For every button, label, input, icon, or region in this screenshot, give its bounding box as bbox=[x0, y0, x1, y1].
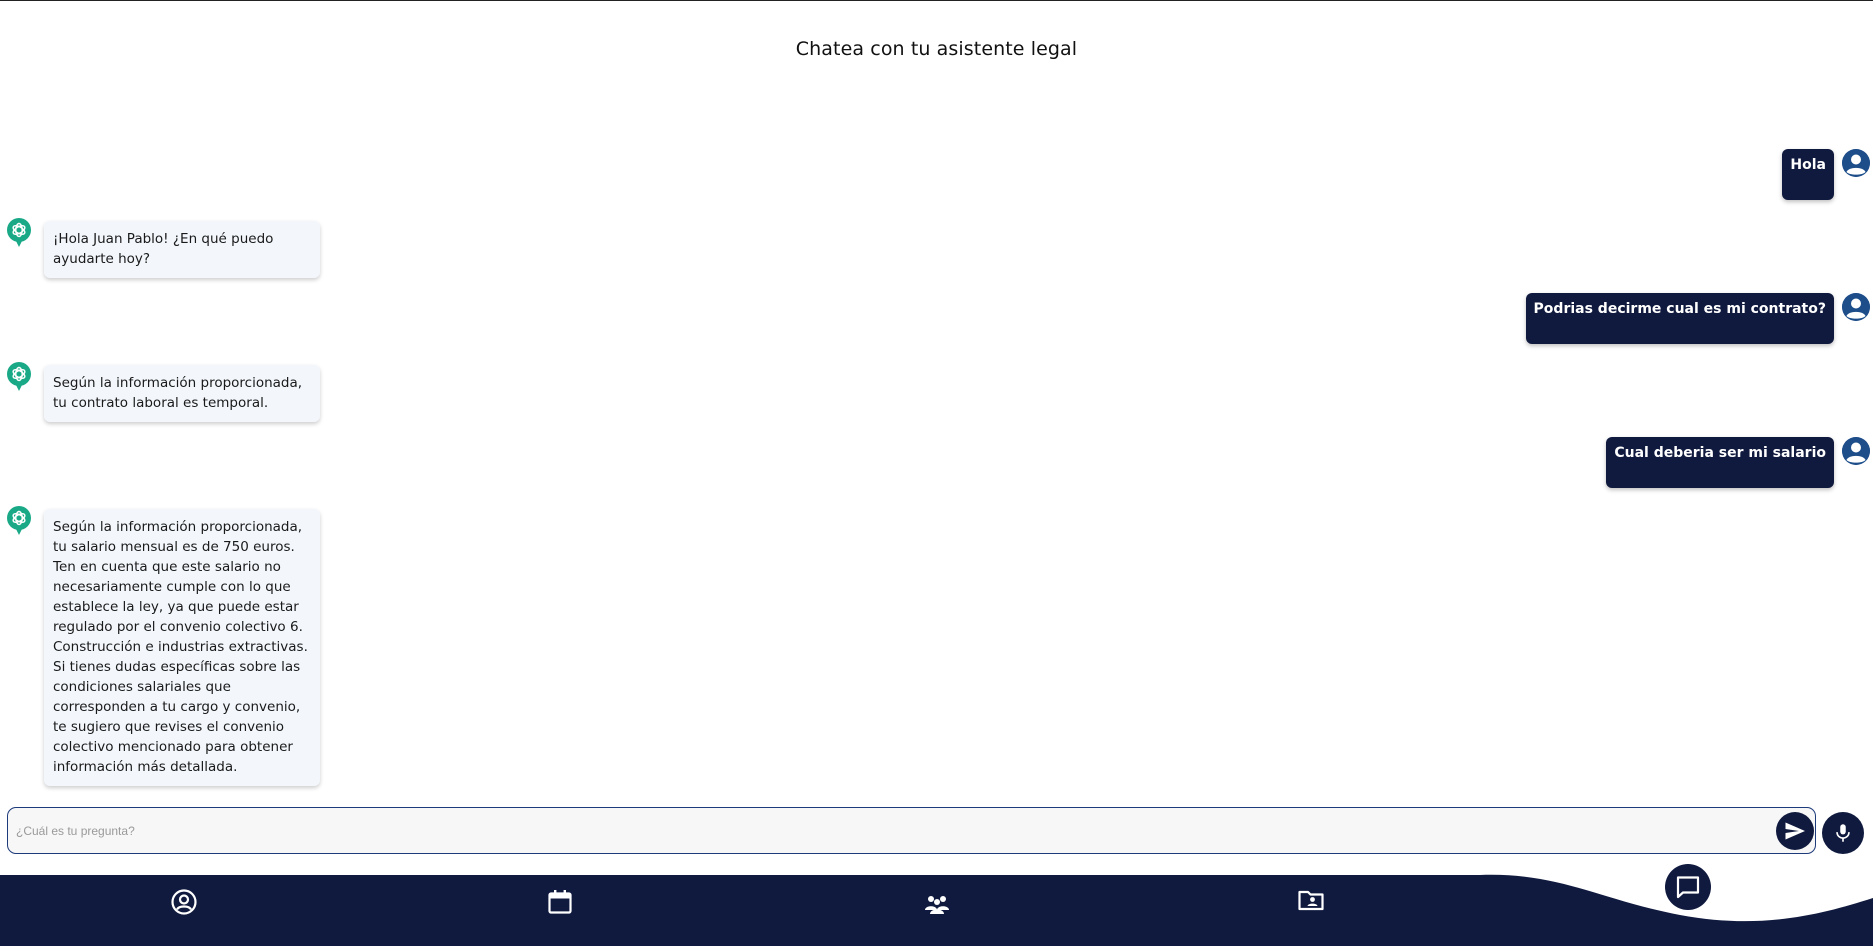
user-message-text: Podrias decirme cual es mi contrato? bbox=[1533, 301, 1826, 317]
chat-icon bbox=[1676, 876, 1700, 899]
user-message-bubble: Hola bbox=[1782, 149, 1834, 200]
send-icon bbox=[1785, 822, 1805, 840]
question-input[interactable] bbox=[16, 809, 1776, 852]
assistant-message-bubble: Según la información proporcionada, tu c… bbox=[44, 365, 320, 422]
nav-chat[interactable] bbox=[1665, 864, 1711, 910]
user-avatar-icon bbox=[1842, 437, 1870, 465]
user-avatar-icon bbox=[1842, 293, 1870, 321]
assistant-avatar-icon bbox=[7, 506, 31, 535]
user-message: Cual deberia ser mi salario bbox=[1606, 437, 1873, 488]
assistant-message-bubble: Según la información proporcionada, tu s… bbox=[44, 509, 320, 786]
chat-area[interactable]: Hola ¡Hola Juan Pablo! ¿En qué puedo ayu… bbox=[0, 0, 1873, 800]
microphone-button[interactable] bbox=[1822, 812, 1864, 854]
user-message-bubble: Podrias decirme cual es mi contrato? bbox=[1525, 293, 1834, 344]
nav-documents[interactable] bbox=[1293, 882, 1329, 918]
profile-icon bbox=[171, 889, 197, 915]
assistant-avatar-icon bbox=[7, 218, 31, 247]
user-message: Podrias decirme cual es mi contrato? bbox=[1525, 293, 1873, 344]
assistant-message: ¡Hola Juan Pablo! ¿En qué puedo ayudarte… bbox=[7, 218, 320, 278]
microphone-icon bbox=[1836, 824, 1850, 842]
user-avatar-icon bbox=[1842, 149, 1870, 177]
calendar-icon bbox=[548, 890, 572, 914]
send-button[interactable] bbox=[1776, 812, 1814, 850]
nav-profile[interactable] bbox=[166, 884, 202, 920]
question-input-container[interactable] bbox=[7, 807, 1816, 854]
community-icon bbox=[925, 896, 949, 914]
assistant-message: Según la información proporcionada, tu s… bbox=[7, 506, 320, 786]
user-message-text: Cual deberia ser mi salario bbox=[1614, 445, 1826, 461]
nav-community[interactable] bbox=[919, 886, 955, 922]
user-message: Hola bbox=[1782, 149, 1873, 200]
user-message-bubble: Cual deberia ser mi salario bbox=[1606, 437, 1834, 488]
nav-calendar[interactable] bbox=[542, 884, 578, 920]
folder-user-icon bbox=[1298, 890, 1324, 911]
user-message-text: Hola bbox=[1790, 157, 1826, 173]
assistant-avatar-icon bbox=[7, 362, 31, 391]
assistant-message-bubble: ¡Hola Juan Pablo! ¿En qué puedo ayudarte… bbox=[44, 221, 320, 278]
assistant-message: Según la información proporcionada, tu c… bbox=[7, 362, 320, 422]
bottom-navigation bbox=[0, 860, 1873, 946]
